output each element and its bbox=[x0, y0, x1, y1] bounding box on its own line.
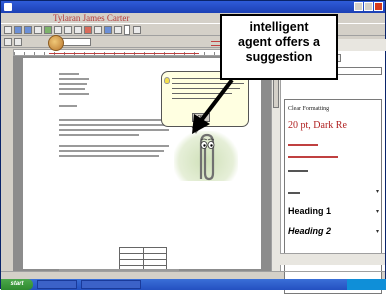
maximize-button[interactable] bbox=[364, 2, 373, 11]
letterhead-rule bbox=[49, 53, 199, 54]
window-controls bbox=[354, 2, 383, 11]
style-item-clear-formatting[interactable]: Clear Formatting bbox=[288, 106, 329, 112]
table-icon[interactable] bbox=[104, 25, 112, 34]
font-icon[interactable] bbox=[14, 37, 22, 46]
annotation-callout: intelligent agent offers a suggestion bbox=[220, 14, 338, 80]
style-arrow-icon[interactable]: ▾ bbox=[376, 188, 379, 195]
title-bar bbox=[1, 1, 385, 13]
start-button[interactable]: start bbox=[1, 279, 33, 290]
taskbar-item[interactable] bbox=[81, 280, 141, 289]
save-icon[interactable] bbox=[24, 25, 32, 34]
paperclip-assistant-icon[interactable] bbox=[171, 129, 241, 185]
style-item[interactable] bbox=[288, 192, 300, 194]
text-line bbox=[59, 129, 169, 131]
vertical-scrollbar[interactable] bbox=[271, 56, 280, 271]
columns-icon[interactable] bbox=[114, 25, 122, 34]
style-item-heading-1[interactable]: Heading 1 bbox=[288, 206, 331, 216]
style-item-20pt-dark-red[interactable]: 20 pt, Dark Re bbox=[288, 120, 347, 131]
help-icon[interactable] bbox=[133, 25, 141, 34]
style-item[interactable] bbox=[288, 156, 338, 158]
style-arrow-icon[interactable]: ▾ bbox=[376, 208, 379, 215]
text-line bbox=[59, 119, 169, 121]
annotation-line-3: suggestion bbox=[245, 50, 313, 64]
copy-icon[interactable] bbox=[64, 25, 72, 34]
redo-icon[interactable] bbox=[94, 25, 102, 34]
style-item[interactable] bbox=[288, 170, 308, 172]
text-line bbox=[59, 150, 164, 152]
taskbar-item[interactable] bbox=[37, 280, 77, 289]
style-item-heading-2[interactable]: Heading 2 bbox=[288, 226, 331, 236]
text-line bbox=[59, 73, 79, 75]
text-line bbox=[59, 145, 169, 147]
preview-icon[interactable] bbox=[44, 25, 52, 34]
close-button[interactable] bbox=[374, 2, 383, 11]
style-arrow-icon[interactable]: ▾ bbox=[376, 228, 379, 235]
status-bar bbox=[1, 271, 385, 279]
vertical-ruler bbox=[1, 56, 13, 271]
open-icon[interactable] bbox=[14, 25, 22, 34]
style-item[interactable] bbox=[288, 144, 318, 146]
task-pane-footer bbox=[280, 253, 385, 265]
seal-icon bbox=[48, 35, 64, 51]
taskbar: start bbox=[1, 279, 386, 290]
letter-title: Tylaran James Carter bbox=[53, 13, 130, 23]
undo-icon[interactable] bbox=[84, 25, 92, 34]
annotation-line-2: agent offers a bbox=[238, 35, 320, 49]
styles-pane-icon[interactable] bbox=[4, 37, 12, 46]
print-icon[interactable] bbox=[34, 25, 42, 34]
zoom-select[interactable] bbox=[124, 24, 130, 35]
cut-icon[interactable] bbox=[54, 25, 62, 34]
text-line bbox=[59, 88, 85, 90]
text-line bbox=[59, 78, 89, 80]
lightbulb-icon bbox=[164, 77, 170, 84]
paste-icon[interactable] bbox=[74, 25, 82, 34]
annotation-line-1: intelligent bbox=[249, 20, 309, 34]
text-line bbox=[59, 155, 159, 157]
text-line bbox=[59, 134, 139, 136]
window-icon bbox=[4, 3, 12, 11]
text-line bbox=[59, 83, 87, 85]
system-tray bbox=[347, 279, 386, 290]
ok-button[interactable]: OK bbox=[192, 113, 210, 122]
minimize-button[interactable] bbox=[354, 2, 363, 11]
text-line bbox=[59, 124, 167, 126]
new-icon[interactable] bbox=[4, 25, 12, 34]
text-line bbox=[59, 105, 77, 107]
text-line bbox=[59, 93, 89, 95]
